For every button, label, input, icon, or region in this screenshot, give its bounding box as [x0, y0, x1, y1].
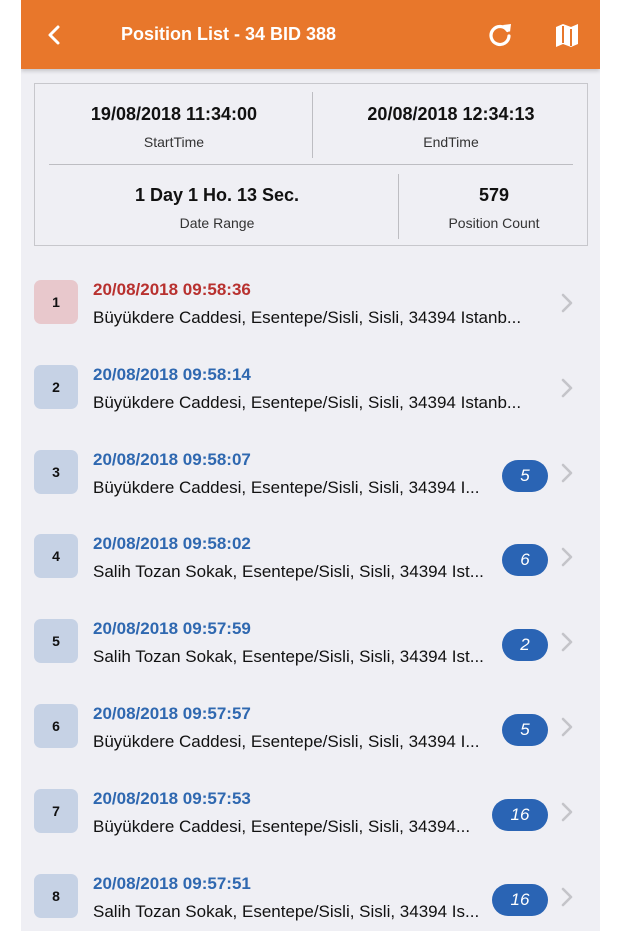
list-item[interactable]: 2 20/08/2018 09:58:14 Büyükdere Caddesi, E…: [21, 347, 600, 432]
date-range-value: 1 Day 1 Ho. 13 Sec.: [134, 185, 300, 205]
refresh-button[interactable]: [485, 20, 515, 50]
start-time-cell: 19/08/2018 11:34:00 StartTime: [35, 104, 313, 150]
date-range-cell: 1 Day 1 Ho. 13 Sec. Date Range: [35, 185, 399, 231]
position-time: 20/08/2018 09:57:59: [93, 619, 251, 639]
end-time-value: 20/08/2018 12:34:13: [367, 104, 535, 124]
position-address: Büyükdere Caddesi, Esentepe/Sisli, Sisli…: [93, 308, 522, 327]
list-item[interactable]: 6 20/08/2018 09:57:57 Büyükdere Caddesi, E…: [21, 686, 600, 771]
position-address: Büyükdere Caddesi, Esentepe/Sisli, Sisli…: [93, 477, 480, 497]
list-item[interactable]: 1 20/08/2018 09:58:36 Büyükdere Caddesi, E…: [21, 262, 600, 347]
start-time-label: StartTime: [143, 134, 205, 150]
refresh-icon: [489, 24, 511, 47]
back-button[interactable]: [41, 20, 67, 50]
stop-count-badge: 6: [502, 544, 548, 577]
screen: Position List - 34 BID 388 19/08/2018 11…: [21, 0, 600, 931]
chevron-right-icon: [561, 802, 573, 822]
stop-count-badge: 5: [502, 713, 548, 746]
position-index: 5: [34, 619, 78, 664]
position-count-label: Position Count: [448, 215, 540, 231]
chevron-right-icon: [561, 548, 573, 567]
position-count-cell: 579 Position Count: [399, 185, 589, 231]
position-index: 2: [34, 364, 78, 409]
date-range-label: Date Range: [179, 215, 255, 231]
end-time-cell: 20/08/2018 12:34:13 EndTime: [313, 104, 589, 150]
map-button[interactable]: [552, 20, 582, 50]
position-time: 20/08/2018 09:58:14: [93, 364, 251, 384]
position-index: 3: [34, 449, 78, 494]
position-address: Salih Tozan Sokak, Esentepe/Sisli, Sisli…: [93, 562, 484, 582]
position-index: 7: [34, 788, 78, 833]
position-time: 20/08/2018 09:57:51: [93, 873, 251, 893]
position-count-value: 579: [478, 185, 510, 205]
list-item[interactable]: 5 20/08/2018 09:57:59 Salih Tozan Sokak, E…: [21, 601, 600, 686]
stop-count-badge: 5: [502, 459, 548, 492]
chevron-right-icon: [561, 717, 573, 737]
stop-count-badge: 16: [492, 798, 548, 831]
position-list: 1 20/08/2018 09:58:36 Büyükdere Caddesi, E…: [21, 262, 600, 931]
position-index: 6: [34, 703, 78, 748]
page-title: Position List - 34 BID 388: [121, 24, 337, 44]
position-address: Büyükdere Caddesi, Esentepe/Sisli, Sisli…: [93, 731, 480, 751]
position-time: 20/08/2018 09:57:53: [93, 788, 251, 808]
list-item[interactable]: 4 20/08/2018 09:58:02 Salih Tozan Sokak, E…: [21, 516, 600, 601]
position-address: Salih Tozan Sokak, Esentepe/Sisli, Sisli…: [93, 901, 480, 921]
chevron-right-icon: [561, 463, 573, 482]
stop-count-badge: 2: [502, 629, 548, 662]
chevron-right-icon: [561, 378, 573, 398]
position-index: 4: [34, 534, 78, 579]
position-index: 1: [34, 280, 78, 324]
start-time-value: 19/08/2018 11:34:00: [90, 104, 258, 124]
position-address: Salih Tozan Sokak, Esentepe/Sisli, Sisli…: [93, 647, 484, 667]
position-address: Büyükdere Caddesi, Esentepe/Sisli, Sisli…: [93, 392, 522, 412]
chevron-left-icon: [48, 25, 60, 45]
chevron-right-icon: [561, 887, 573, 906]
list-item[interactable]: 8 20/08/2018 09:57:51 Salih Tozan Sokak, E…: [21, 856, 600, 931]
list-item[interactable]: 3 20/08/2018 09:58:07 Büyükdere Caddesi, E…: [21, 432, 600, 517]
app-header: Position List - 34 BID 388: [21, 0, 600, 69]
stop-count-badge: 16: [492, 883, 548, 916]
position-index: 8: [34, 873, 78, 918]
divider: [49, 164, 573, 165]
summary-panel: 19/08/2018 11:34:00 StartTime 20/08/2018…: [34, 83, 588, 246]
chevron-right-icon: [561, 293, 573, 313]
end-time-label: EndTime: [423, 134, 479, 150]
list-item[interactable]: 7 20/08/2018 09:57:53 Büyükdere Caddesi, E…: [21, 771, 600, 856]
position-time: 20/08/2018 09:58:02: [93, 534, 251, 554]
position-address: Büyükdere Caddesi, Esentepe/Sisli, Sisli…: [93, 816, 471, 836]
position-time: 20/08/2018 09:58:36: [93, 280, 251, 299]
chevron-right-icon: [561, 632, 573, 652]
position-time: 20/08/2018 09:57:57: [93, 703, 251, 723]
map-icon: [556, 24, 578, 47]
position-time: 20/08/2018 09:58:07: [93, 449, 251, 469]
